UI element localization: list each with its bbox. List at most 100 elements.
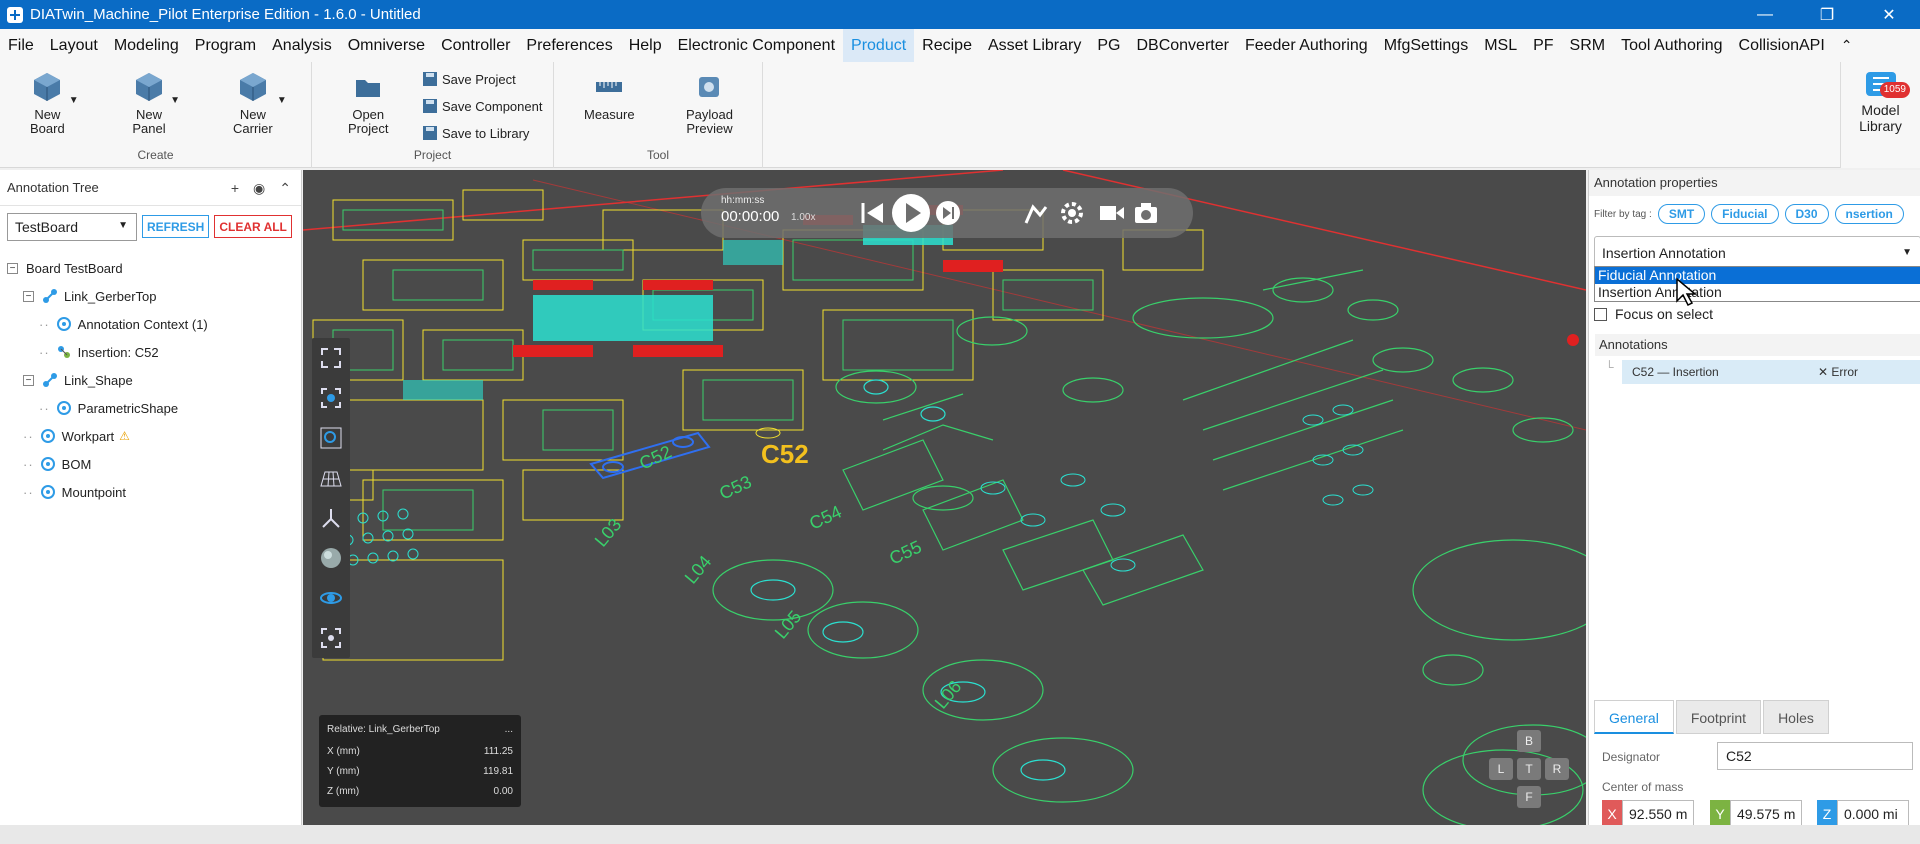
collapse-icon[interactable]: − [7, 262, 18, 274]
menu-item-tool-authoring[interactable]: Tool Authoring [1613, 29, 1730, 62]
coord-menu-icon[interactable]: ... [505, 724, 513, 735]
refresh-button[interactable]: REFRESH [142, 215, 210, 238]
robot-arm-icon[interactable] [1023, 201, 1049, 225]
com-x-value[interactable]: 92.550 m [1622, 800, 1694, 828]
measure-button[interactable]: Measure [584, 70, 635, 122]
menu-item-preferences[interactable]: Preferences [518, 29, 620, 62]
fit-view-icon[interactable] [312, 338, 350, 378]
new-panel-button[interactable]: New Panel ▼ [132, 70, 180, 136]
restore-icon[interactable]: ❐ [1796, 0, 1858, 29]
save-project-button[interactable]: Save Project [422, 68, 516, 90]
menu-item-mfgsettings[interactable]: MfgSettings [1376, 29, 1476, 62]
chevron-up-icon[interactable]: ⌃ [279, 180, 291, 197]
close-icon[interactable]: ✕ [1858, 0, 1920, 29]
payload-preview-button[interactable]: Payload Preview [686, 70, 733, 136]
com-y-field[interactable]: Y 49.575 m [1710, 800, 1802, 828]
clear-all-button[interactable]: CLEAR ALL [214, 215, 292, 238]
tag-chip-d30[interactable]: D30 [1784, 204, 1829, 224]
tree-node[interactable]: ·· BOM [0, 450, 300, 478]
focus-checkbox[interactable] [1594, 307, 1607, 321]
new-board-button[interactable]: New Board ▼ [30, 70, 79, 136]
chevron-up-icon[interactable]: ⌃ [1833, 29, 1855, 62]
board-select[interactable]: TestBoard ▼ [7, 213, 137, 241]
annotation-type-select[interactable]: Insertion Annotation ▼ [1594, 236, 1920, 270]
orbit-icon[interactable] [312, 578, 350, 618]
tree-node[interactable]: − Link_GerberTop [0, 282, 300, 310]
skip-back-icon[interactable] [859, 200, 885, 226]
tree-node[interactable]: − Link_Shape [0, 366, 300, 394]
tab-general[interactable]: General [1594, 700, 1674, 734]
chevron-down-icon[interactable]: ▼ [277, 94, 287, 108]
step-forward-icon[interactable] [935, 200, 961, 226]
tree-node[interactable]: ·· Workpart ⚠ [0, 422, 300, 450]
collapse-icon[interactable]: − [23, 374, 34, 386]
menu-item-layout[interactable]: Layout [42, 29, 106, 62]
com-z-value[interactable]: 0.000 mi [1837, 800, 1909, 828]
add-icon[interactable]: + [231, 180, 239, 197]
menu-item-product[interactable]: Product [843, 29, 915, 62]
menu-item-modeling[interactable]: Modeling [106, 29, 187, 62]
save-to-library-button[interactable]: Save to Library [422, 122, 529, 144]
menu-item-electronic-component[interactable]: Electronic Component [670, 29, 843, 62]
tab-footprint[interactable]: Footprint [1675, 700, 1762, 734]
annotation-list-item[interactable]: C52 — Insertion ✕ Error [1622, 360, 1920, 384]
focus-on-select-toggle[interactable]: Focus on select [1594, 306, 1713, 322]
focus-icon[interactable] [312, 618, 350, 658]
menu-item-feeder-authoring[interactable]: Feeder Authoring [1237, 29, 1376, 62]
nav-front-button[interactable]: F [1517, 786, 1541, 808]
menu-item-analysis[interactable]: Analysis [264, 29, 340, 62]
sphere-icon[interactable] [312, 538, 350, 578]
speed-display[interactable]: 1.00x [791, 212, 815, 223]
nav-back-button[interactable]: B [1517, 730, 1541, 752]
open-project-button[interactable]: Open Project [348, 70, 388, 136]
camera-icon[interactable] [1133, 201, 1159, 225]
com-x-field[interactable]: X 92.550 m [1602, 800, 1694, 828]
designator-field[interactable]: C52 [1717, 742, 1913, 770]
axes-icon[interactable] [312, 498, 350, 538]
nav-top-button[interactable]: T [1517, 758, 1541, 780]
menu-item-help[interactable]: Help [621, 29, 670, 62]
save-component-button[interactable]: Save Component [422, 95, 542, 117]
chevron-down-icon[interactable]: ▼ [69, 94, 79, 108]
tree-node[interactable]: ·· Annotation Context (1) [0, 310, 300, 338]
menu-item-omniverse[interactable]: Omniverse [340, 29, 433, 62]
tag-chip-fiducial[interactable]: Fiducial [1711, 204, 1779, 224]
tree-node[interactable]: ·· Insertion: C52 [0, 338, 300, 366]
tag-chip-smt[interactable]: SMT [1657, 204, 1706, 224]
zoom-icon[interactable] [312, 418, 350, 458]
dropdown-option-fiducial[interactable]: Fiducial Annotation [1595, 267, 1920, 284]
menu-item-recipe[interactable]: Recipe [914, 29, 980, 62]
collapse-icon[interactable]: − [23, 290, 34, 302]
menu-item-pg[interactable]: PG [1089, 29, 1128, 62]
tag-chip-insertion[interactable]: nsertion [1834, 204, 1904, 224]
tree-node[interactable]: ·· Mountpoint [0, 478, 300, 506]
menu-item-srm[interactable]: SRM [1562, 29, 1614, 62]
tree-node[interactable]: ·· ParametricShape [0, 394, 300, 422]
model-library-button[interactable]: 1059 Model Library [1840, 62, 1920, 168]
com-z-field[interactable]: Z 0.000 mi [1817, 800, 1909, 828]
play-icon[interactable] [891, 193, 931, 233]
new-carrier-button[interactable]: New Carrier ▼ [233, 70, 287, 136]
nav-left-button[interactable]: L [1489, 758, 1513, 780]
menu-item-dbconverter[interactable]: DBConverter [1128, 29, 1236, 62]
tab-holes[interactable]: Holes [1763, 700, 1829, 734]
3d-viewport[interactable]: C52 C53 C54 C55 L03 L04 L05 L06 C52 hh:m… [303, 170, 1586, 825]
grid-icon[interactable] [312, 458, 350, 498]
menu-item-msl[interactable]: MSL [1476, 29, 1525, 62]
com-y-value[interactable]: 49.575 m [1730, 800, 1802, 828]
fit-selection-icon[interactable] [312, 378, 350, 418]
menu-item-program[interactable]: Program [187, 29, 264, 62]
menu-item-collisionapi[interactable]: CollisionAPI [1731, 29, 1833, 62]
eye-icon[interactable]: ◉ [253, 180, 265, 197]
minimize-icon[interactable]: — [1734, 0, 1796, 29]
video-camera-icon[interactable] [1099, 203, 1125, 223]
tree-node[interactable]: − Board TestBoard [0, 254, 300, 282]
gear-icon[interactable] [1059, 200, 1085, 226]
menu-item-file[interactable]: File [0, 29, 42, 62]
chevron-down-icon[interactable]: ▼ [170, 94, 180, 108]
menu-item-controller[interactable]: Controller [433, 29, 518, 62]
menu-item-pf[interactable]: PF [1525, 29, 1561, 62]
menu-item-asset-library[interactable]: Asset Library [980, 29, 1089, 62]
dropdown-option-insertion[interactable]: Insertion Annotation [1595, 284, 1920, 301]
nav-right-button[interactable]: R [1545, 758, 1569, 780]
